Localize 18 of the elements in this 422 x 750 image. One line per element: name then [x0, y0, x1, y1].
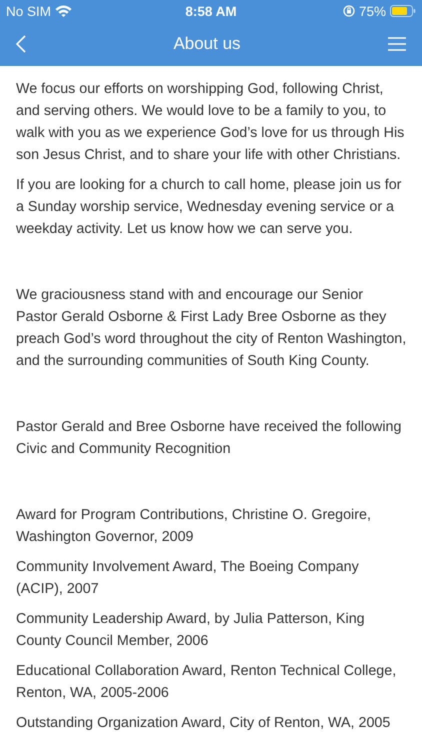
- paragraph: We graciousness stand with and encourage our Senior Pastor Gerald Osborne & First Lady Bree Osborne as they preach God’s word throughout the city of Renton Washington, and the surrounding communities of South King County.: [16, 286, 407, 371]
- paragraph: Outstanding Organization Award, City of Renton, WA, 2005: [16, 714, 392, 733]
- paragraph: Community Leadership Award, by Julia Patterson, King County Council Member, 2006: [16, 610, 366, 651]
- wifi-icon: [55, 5, 72, 17]
- carrier-text: No SIM: [6, 4, 52, 18]
- paragraph: Educational Collaboration Award, Renton Technical College, Renton, WA, 2005-2006: [16, 662, 398, 703]
- battery-percent: 75%: [358, 4, 386, 18]
- paragraph: If you are looking for a church to call home, please join us for a Sunday worship service, Wednesday evening service or a weekday activity. Let us know how we can serve you.: [16, 176, 402, 239]
- clock-text: 8:58 AM: [185, 4, 237, 18]
- paragraph: We focus our efforts on worshipping God, following Christ, and serving others. We would love to be a family to you, to walk with you as we experience God’s love for us through His son Jesus Christ, and to share your life with other Christians.: [16, 80, 406, 165]
- paragraph: Pastor Gerald and Bree Osborne have received the following Civic and Community Recognition: [16, 418, 402, 459]
- menu-icon: [388, 37, 406, 51]
- rotation-lock-icon: [342, 5, 355, 17]
- battery-icon: [390, 5, 416, 17]
- paragraph: Community Involvement Award, The Boeing Company (ACIP), 2007: [16, 558, 360, 599]
- paragraph: Award for Program Contributions, Christine O. Gregoire, Washington Governor, 2009: [16, 506, 372, 547]
- page-title: About us: [173, 34, 241, 54]
- back-icon: [16, 35, 26, 53]
